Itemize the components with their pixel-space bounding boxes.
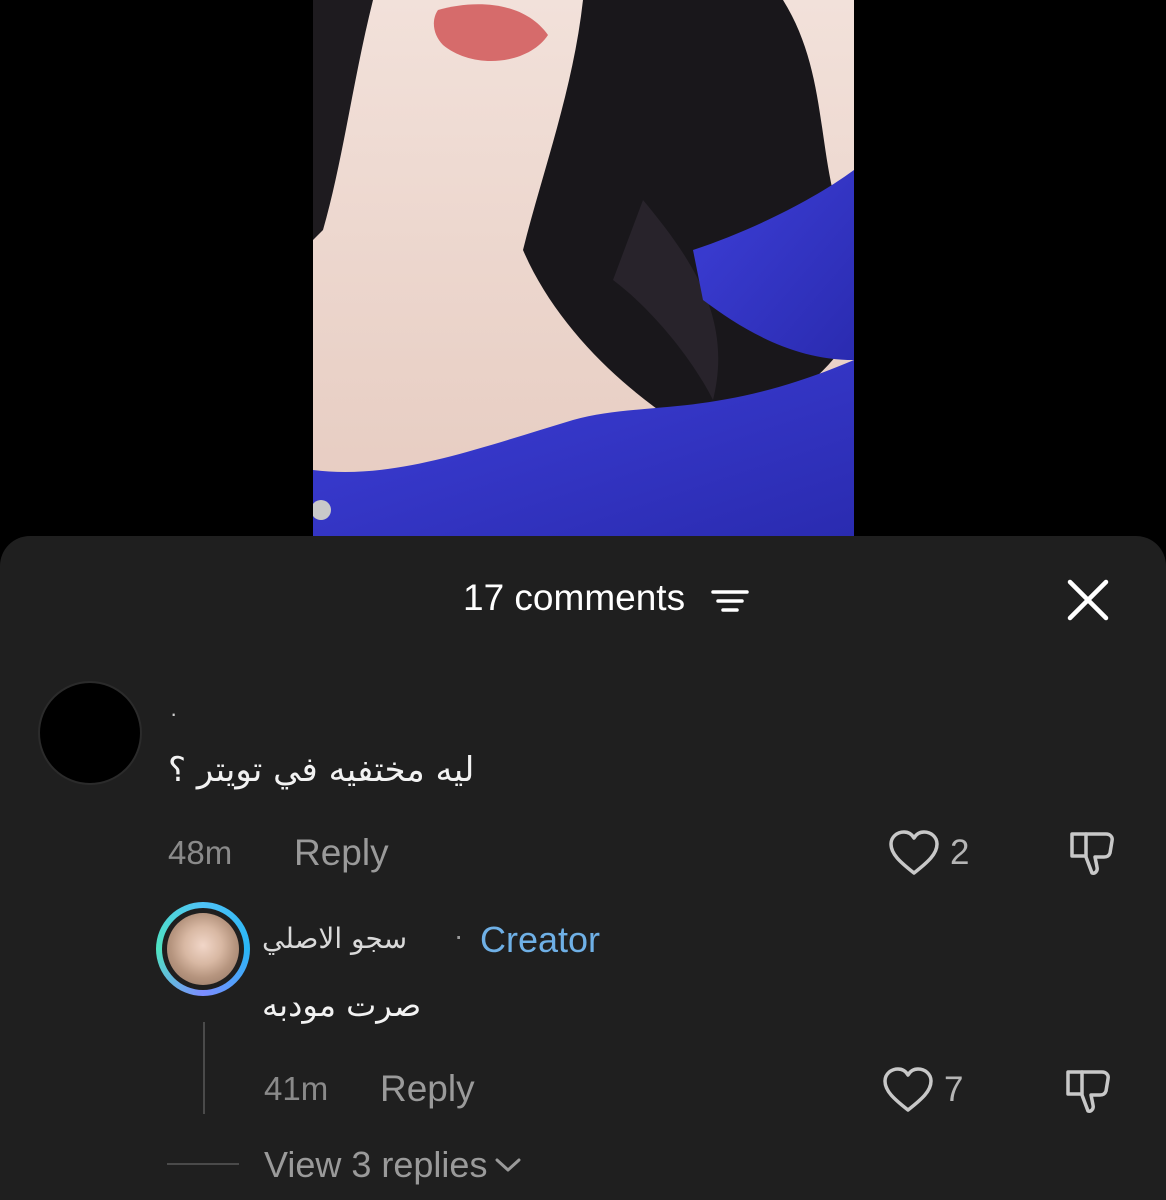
video-player[interactable] [0, 0, 1166, 560]
view-replies-button[interactable]: View 3 replies [264, 1144, 523, 1186]
view-replies-label: View 3 replies [264, 1144, 488, 1185]
thumbs-down-icon[interactable] [1066, 826, 1118, 878]
reply-to-reply-button[interactable]: Reply [380, 1068, 475, 1110]
reply-like-count: 7 [944, 1070, 964, 1109]
comments-header: 17 comments [0, 576, 1166, 640]
comment-timestamp: 48m [168, 834, 233, 871]
creator-badge: Creator [480, 919, 601, 960]
heart-icon [883, 1067, 933, 1112]
commenter-avatar[interactable] [38, 681, 142, 785]
like-count: 2 [950, 833, 970, 872]
comments-sheet: 17 comments · ليه مختفيه في تويتر ؟ 48m … [0, 536, 1166, 1200]
commenter-username[interactable]: · [170, 701, 177, 727]
reply-button[interactable]: Reply [294, 832, 389, 874]
sort-lines-icon[interactable] [711, 588, 749, 614]
comment-count-title: 17 comments [463, 577, 686, 618]
heart-icon [889, 830, 939, 875]
comment-text: ليه مختفيه في تويتر ؟ [168, 750, 475, 790]
creator-username[interactable]: سجو الاصلي [262, 922, 407, 955]
video-frame-illustration [313, 0, 854, 536]
video-thumbnail[interactable] [313, 0, 854, 536]
close-icon[interactable] [1066, 578, 1110, 622]
thread-line [203, 1022, 205, 1114]
username-separator: · [454, 920, 464, 951]
creator-avatar[interactable] [156, 902, 250, 996]
thumbs-down-icon[interactable] [1062, 1064, 1114, 1116]
like-button[interactable]: 2 [888, 829, 969, 877]
reply-text: صرت مودبه [262, 986, 422, 1024]
creator-avatar-image [167, 913, 239, 985]
chevron-down-icon [495, 1158, 521, 1172]
view-replies-line [167, 1163, 239, 1165]
reply-like-button[interactable]: 7 [882, 1066, 963, 1114]
reply-timestamp: 41m [264, 1070, 329, 1107]
